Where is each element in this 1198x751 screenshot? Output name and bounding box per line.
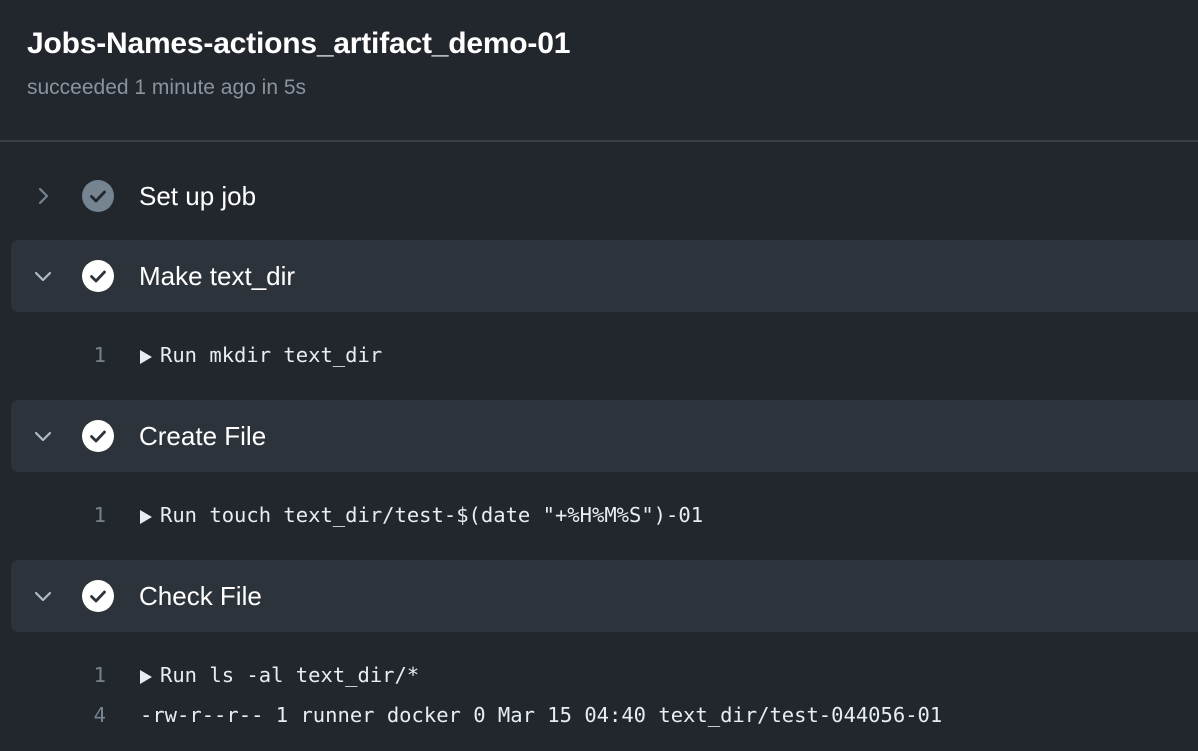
log-line[interactable]: 1 Run touch text_dir/test-$(date "+%H%M%…	[0, 499, 1198, 533]
line-number[interactable]: 1	[60, 343, 106, 367]
job-header: Jobs-Names-actions_artifact_demo-01 succ…	[0, 0, 1198, 142]
log-line[interactable]: 1 Run mkdir text_dir	[0, 339, 1198, 373]
chevron-right-icon[interactable]	[31, 184, 55, 208]
check-circle-icon	[82, 180, 114, 212]
line-number[interactable]: 4	[60, 703, 106, 727]
step-set-up-job[interactable]: Set up job	[11, 160, 1198, 232]
log-line-text: -rw-r--r-- 1 runner docker 0 Mar 15 04:4…	[140, 703, 943, 727]
check-circle-icon	[82, 580, 114, 612]
triangle-right-icon[interactable]	[139, 509, 153, 525]
log-line[interactable]: 4 -rw-r--r-- 1 runner docker 0 Mar 15 04…	[0, 699, 1198, 733]
log-line-text: Run mkdir text_dir	[160, 343, 383, 367]
step-create-file[interactable]: Create File	[11, 400, 1198, 472]
step-name: Make text_dir	[139, 261, 296, 291]
log-line-text: Run ls -al text_dir/*	[160, 663, 420, 687]
triangle-right-icon[interactable]	[139, 349, 153, 365]
triangle-right-icon[interactable]	[139, 669, 153, 685]
check-circle-icon	[82, 260, 114, 292]
step-check-file[interactable]: Check File	[11, 560, 1198, 632]
step-make-text-dir[interactable]: Make text_dir	[11, 240, 1198, 312]
line-number[interactable]: 1	[60, 503, 106, 527]
check-circle-icon	[82, 420, 114, 452]
step-name: Set up job	[139, 181, 257, 211]
chevron-down-icon[interactable]	[31, 424, 55, 448]
line-number[interactable]: 1	[60, 663, 106, 687]
step-name: Create File	[139, 421, 267, 451]
chevron-down-icon[interactable]	[31, 264, 55, 288]
log-line-text: Run touch text_dir/test-$(date "+%H%M%S"…	[160, 503, 704, 527]
log-line[interactable]: 1 Run ls -al text_dir/*	[0, 659, 1198, 693]
job-status: succeeded 1 minute ago in 5s	[27, 76, 307, 99]
chevron-down-icon[interactable]	[31, 584, 55, 608]
step-name: Check File	[139, 581, 262, 611]
job-title: Jobs-Names-actions_artifact_demo-01	[27, 27, 571, 60]
